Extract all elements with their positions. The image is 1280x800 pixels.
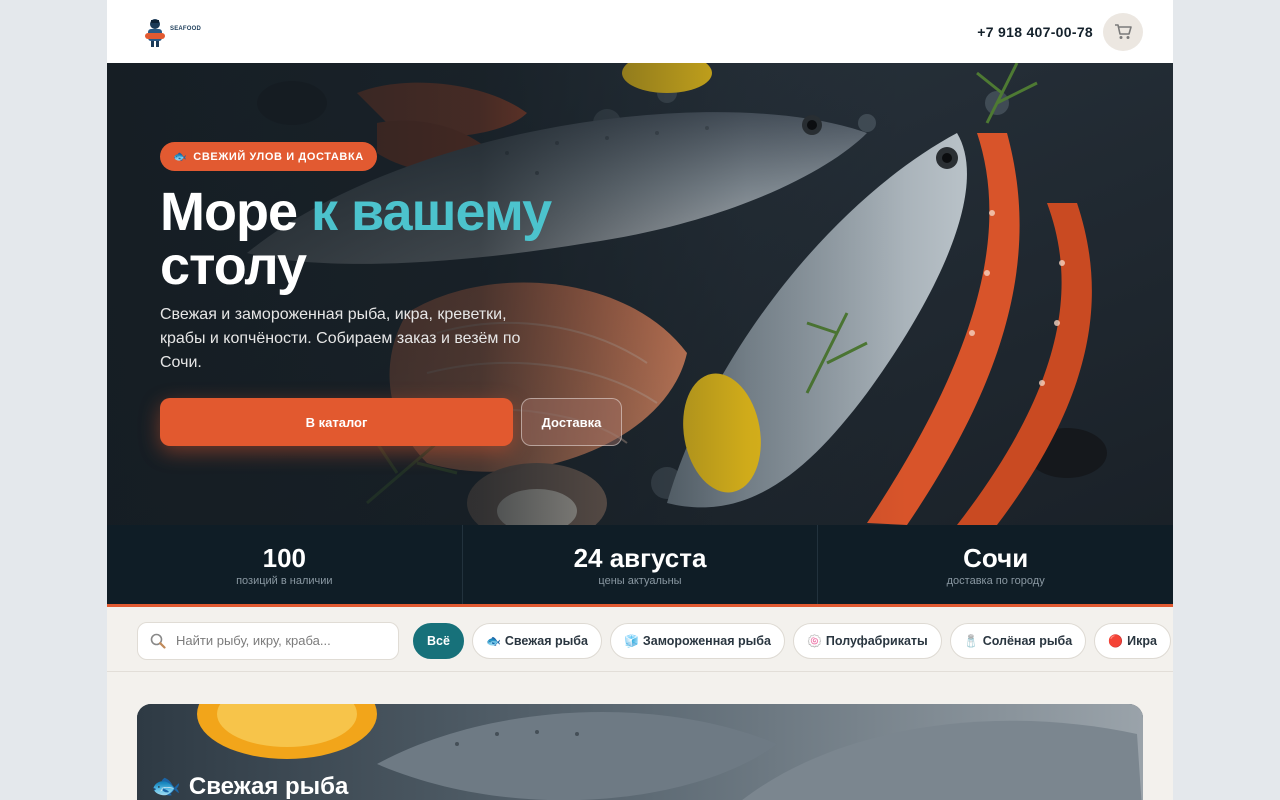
red-circle-icon: 🔴 bbox=[1108, 633, 1124, 648]
phone-link[interactable]: +7 918 407-00-78 bbox=[977, 24, 1093, 40]
hero-subtitle: Свежая и замороженная рыба, икра, кревет… bbox=[160, 306, 521, 371]
hero-title-part2: столу bbox=[160, 236, 307, 296]
chip-label: Икра bbox=[1127, 633, 1157, 648]
chip-salted-fish[interactable]: 🧂 Солёная рыба bbox=[949, 622, 1087, 659]
logo[interactable]: SEAFOOD bbox=[143, 17, 201, 47]
chip-semi-finished[interactable]: 🍥 Полуфабрикаты bbox=[792, 622, 942, 659]
category-card-fresh-fish[interactable]: 🐟 Свежая рыба bbox=[137, 704, 1143, 800]
logo-text: SEAFOOD bbox=[170, 25, 202, 32]
ice-cube-icon: 🧊 bbox=[623, 633, 639, 648]
hero-buttons: В каталог Доставка bbox=[160, 398, 680, 446]
stat-value: Сочи bbox=[963, 542, 1029, 573]
stat-item: 24 августа цены актуальны bbox=[463, 525, 819, 604]
fish-icon: 🐟 bbox=[173, 151, 188, 163]
stat-label: доставка по городу bbox=[946, 574, 1045, 587]
fisherman-logo-icon bbox=[145, 18, 165, 47]
search-box[interactable] bbox=[137, 621, 399, 660]
header-actions: +7 918 407-00-78 bbox=[977, 12, 1143, 51]
fish-icon: 🐟 bbox=[151, 773, 181, 800]
chip-label: Солёная рыба bbox=[982, 633, 1073, 648]
chip-label: Замороженная рыба bbox=[642, 633, 771, 648]
stat-item: Сочи доставка по городу bbox=[818, 525, 1173, 604]
fish-icon: 🐟 bbox=[485, 633, 501, 648]
stat-value: 100 bbox=[262, 542, 307, 573]
catalog-button[interactable]: В каталог bbox=[160, 398, 513, 446]
hero-content: 🐟 СВЕЖИЙ УЛОВ И ДОСТАВКА Море к вашему с… bbox=[160, 142, 680, 446]
category-title: 🐟 Свежая рыба bbox=[151, 772, 348, 800]
chip-all[interactable]: Всё bbox=[413, 622, 464, 659]
chip-frozen-fish[interactable]: 🧊 Замороженная рыба bbox=[609, 622, 785, 659]
hero-title-accent: к вашему bbox=[311, 182, 552, 242]
salt-icon: 🧂 bbox=[963, 633, 979, 648]
hero-badge-label: СВЕЖИЙ УЛОВ И ДОСТАВКА bbox=[193, 150, 364, 163]
cart-button[interactable] bbox=[1103, 12, 1143, 51]
page: SEAFOOD +7 918 407-00-78 🐟 СВЕЖИЙ УЛОВ И… bbox=[107, 0, 1173, 800]
delivery-button[interactable]: Доставка bbox=[521, 398, 622, 446]
chip-caviar[interactable]: 🔴 Икра bbox=[1094, 622, 1171, 659]
site-header: SEAFOOD +7 918 407-00-78 bbox=[107, 0, 1173, 63]
fish-cake-icon: 🍥 bbox=[806, 633, 822, 648]
hero-title: Море к вашему столу bbox=[160, 185, 680, 293]
cart-icon bbox=[1115, 23, 1132, 39]
stat-value: 24 августа bbox=[573, 542, 707, 573]
chip-label: Полуфабрикаты bbox=[825, 633, 928, 648]
chip-label: Всё bbox=[427, 633, 450, 648]
hero-title-part1: Море bbox=[160, 182, 311, 242]
chip-fresh-fish[interactable]: 🐟 Свежая рыба bbox=[471, 622, 602, 659]
search-icon bbox=[150, 633, 166, 649]
stat-label: цены актуальны bbox=[598, 574, 682, 587]
hero-banner: 🐟 СВЕЖИЙ УЛОВ И ДОСТАВКА Море к вашему с… bbox=[107, 63, 1173, 525]
stat-item: 100 позиций в наличии bbox=[107, 525, 463, 604]
stats-bar: 100 позиций в наличии 24 августа цены ак… bbox=[107, 525, 1173, 607]
chip-label: Свежая рыба bbox=[504, 633, 588, 648]
search-input[interactable] bbox=[176, 633, 386, 648]
category-title-label: Свежая рыба bbox=[188, 772, 349, 800]
hero-badge: 🐟 СВЕЖИЙ УЛОВ И ДОСТАВКА bbox=[160, 142, 377, 171]
stat-label: позиций в наличии bbox=[236, 574, 333, 587]
filter-bar: Всё 🐟 Свежая рыба 🧊 Замороженная рыба 🍥 … bbox=[107, 610, 1173, 672]
